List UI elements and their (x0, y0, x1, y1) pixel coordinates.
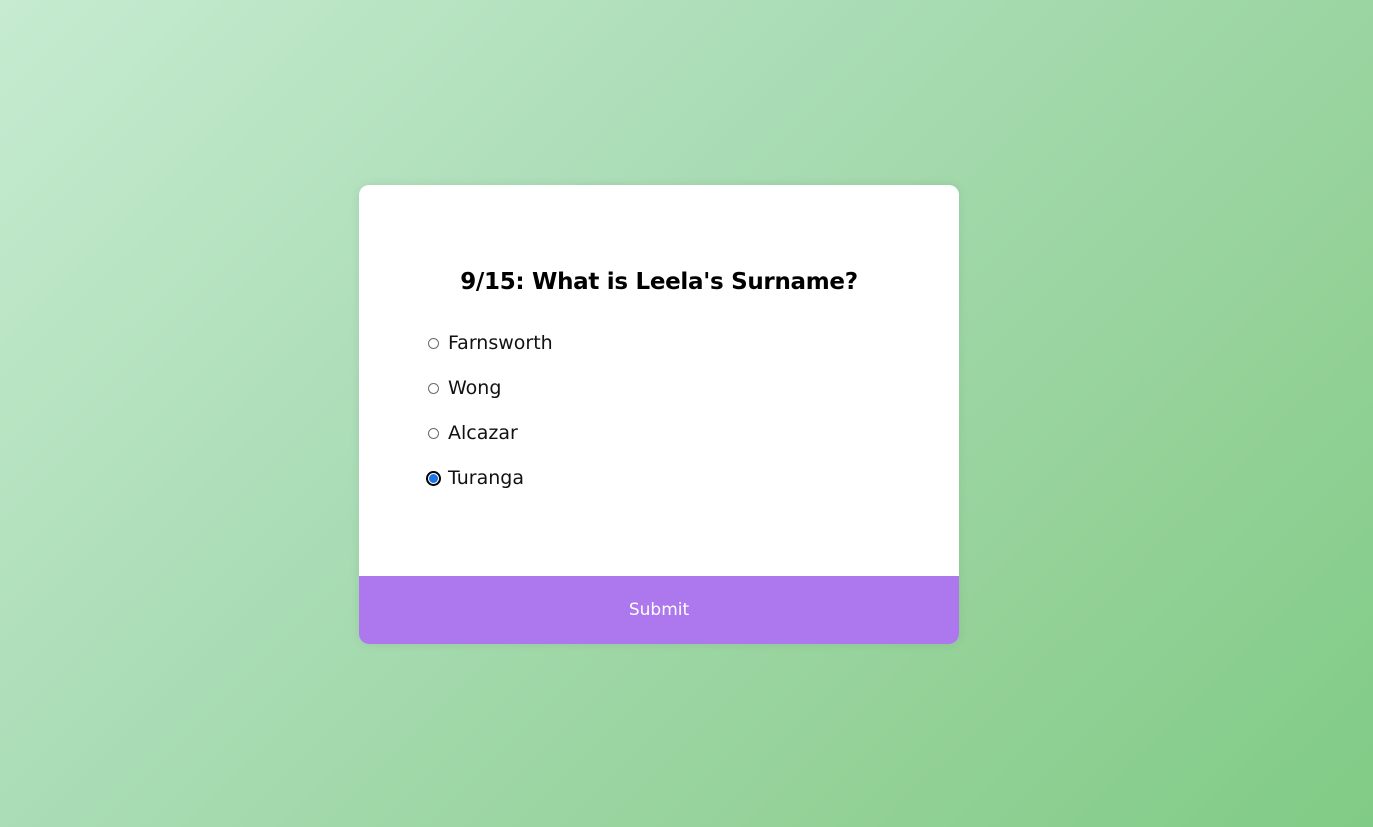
quiz-header: 9/15: What is Leela's Surname? Farnswort… (359, 185, 959, 493)
answer-label[interactable]: Wong (448, 373, 501, 403)
submit-button[interactable]: Submit (359, 576, 959, 644)
answer-label[interactable]: Farnsworth (448, 328, 553, 358)
answer-label[interactable]: Alcazar (448, 418, 518, 448)
radio-button-icon[interactable] (428, 382, 439, 394)
answer-option-farnsworth[interactable]: Farnsworth (427, 328, 891, 358)
question-title: 9/15: What is Leela's Surname? (460, 269, 858, 295)
answer-option-alcazar[interactable]: Alcazar (427, 418, 891, 448)
radio-button-icon[interactable] (428, 427, 439, 439)
answer-option-turanga[interactable]: Turanga (426, 463, 891, 493)
answer-list: Farnsworth Wong Alcazar Turanga (426, 328, 891, 493)
answer-label[interactable]: Turanga (448, 463, 524, 493)
answer-option-wong[interactable]: Wong (427, 373, 891, 403)
radio-button-icon[interactable] (428, 337, 439, 349)
quiz-card: 9/15: What is Leela's Surname? Farnswort… (359, 185, 959, 644)
radio-button-selected-icon[interactable] (426, 470, 441, 486)
